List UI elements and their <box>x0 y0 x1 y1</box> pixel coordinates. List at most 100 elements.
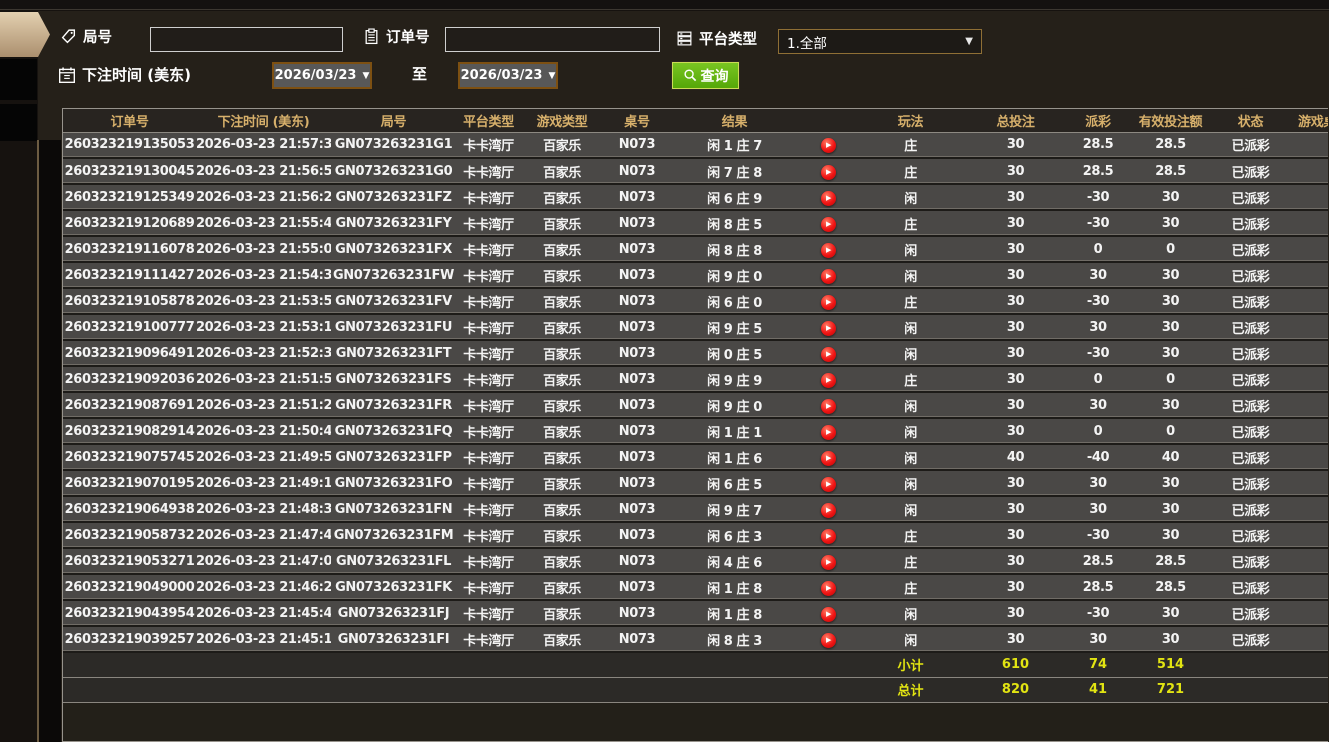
play-replay-icon[interactable]: ▶ <box>820 398 836 414</box>
cell-payout: 0 <box>1068 418 1128 445</box>
play-replay-icon[interactable]: ▶ <box>820 476 836 492</box>
cell-result: 闲 6 庄 5 <box>671 470 798 497</box>
cell-valid-bet: 30 <box>1128 522 1213 549</box>
cell-game: 百家乐 <box>521 132 603 159</box>
cell-valid-bet: 30 <box>1128 626 1213 653</box>
cell-valid-bet: 28.5 <box>1128 548 1213 575</box>
search-button[interactable]: 查询 <box>671 61 740 90</box>
round-number-label-group: 局号 <box>60 26 112 47</box>
play-replay-icon[interactable]: ▶ <box>820 242 836 258</box>
cell-status: 已派彩 <box>1213 600 1288 627</box>
play-replay-icon[interactable]: ▶ <box>820 164 836 180</box>
cell-status: 已派彩 <box>1213 626 1288 653</box>
date-to-picker[interactable]: 2026/03/23 ▼ <box>458 62 558 89</box>
cell-total-bet: 30 <box>963 132 1068 159</box>
sidebar-block-1[interactable] <box>0 59 37 100</box>
cell-extra: - <box>1288 522 1328 549</box>
play-replay-icon[interactable]: ▶ <box>820 450 836 466</box>
subtotal-payout: 74 <box>1068 651 1128 678</box>
cell-bet-type: 庄 <box>858 132 963 159</box>
date-from-value: 2026/03/23 <box>274 68 357 83</box>
cell-bet-type: 闲 <box>858 470 963 497</box>
play-replay-icon[interactable]: ▶ <box>820 528 836 544</box>
round-number-input[interactable] <box>150 27 343 52</box>
cell-time: 2026-03-23 21:53:52 <box>196 288 331 315</box>
order-number-label-group: 订单号 <box>363 26 430 47</box>
cell-time: 2026-03-23 21:57:33 <box>196 132 331 159</box>
cell-payout: 30 <box>1068 626 1128 653</box>
cell-replay: ▶ <box>798 444 858 471</box>
sidebar-block-2[interactable] <box>0 104 37 141</box>
cell-game: 百家乐 <box>521 496 603 523</box>
play-replay-icon[interactable]: ▶ <box>820 294 836 310</box>
platform-type-select[interactable]: 1.全部 ▼ <box>778 29 982 54</box>
cell-result: 闲 0 庄 5 <box>671 340 798 367</box>
column-header-14: 游戏桌 <box>1288 109 1328 133</box>
cell-round: GN073263231FQ <box>331 418 456 445</box>
grand-total-payout: 41 <box>1068 676 1128 703</box>
cell-total-bet: 30 <box>963 496 1068 523</box>
cell-status: 已派彩 <box>1213 522 1288 549</box>
bet-time-label-group: 下注时间 (美东) <box>58 64 191 85</box>
cell-valid-bet: 30 <box>1128 262 1213 289</box>
cell-bet-type: 庄 <box>858 574 963 601</box>
cell-replay: ▶ <box>798 496 858 523</box>
cell-valid-bet: 30 <box>1128 288 1213 315</box>
cell-result: 闲 8 庄 3 <box>671 626 798 653</box>
cell-order: 260323219070195 <box>63 470 196 497</box>
cell-extra: - <box>1288 132 1328 159</box>
play-replay-icon[interactable]: ▶ <box>820 424 836 440</box>
column-header-8 <box>798 109 858 133</box>
cell-bet-type: 闲 <box>858 340 963 367</box>
cell-payout: -30 <box>1068 184 1128 211</box>
cell-extra: - <box>1288 470 1328 497</box>
cell-platform: 卡卡湾厅 <box>456 574 521 601</box>
date-from-picker[interactable]: 2026/03/23 ▼ <box>272 62 372 89</box>
table-header: 订单号 下注时间 (美东) 局号 平台类型 游戏类型 桌号 结果 玩法 总投注 派彩 有效投注额 状态… <box>63 109 1328 133</box>
table-summary: 小计 610 74 514 总计 820 41 721 <box>63 651 1328 703</box>
cell-valid-bet: 28.5 <box>1128 574 1213 601</box>
cell-table-no: N073 <box>603 470 671 497</box>
cell-bet-type: 闲 <box>858 236 963 263</box>
column-header-10: 总投注 <box>963 109 1068 133</box>
play-replay-icon[interactable]: ▶ <box>820 554 836 570</box>
cell-payout: 28.5 <box>1068 574 1128 601</box>
cell-payout: -30 <box>1068 210 1128 237</box>
play-replay-icon[interactable]: ▶ <box>820 606 836 622</box>
cell-order: 260323219053271 <box>63 548 196 575</box>
cell-time: 2026-03-23 21:53:11 <box>196 314 331 341</box>
play-replay-icon[interactable]: ▶ <box>820 580 836 596</box>
column-header-9: 玩法 <box>858 109 963 133</box>
bet-records-table-wrap: 订单号 下注时间 (美东) 局号 平台类型 游戏类型 桌号 结果 玩法 总投注 派彩 有效投注额 状态… <box>62 108 1328 742</box>
table-row: 260323219053271 2026-03-23 21:47:07 GN0732… <box>63 548 1328 575</box>
table-row: 260323219116078 2026-03-23 21:55:07 GN0732… <box>63 236 1328 263</box>
cell-platform: 卡卡湾厅 <box>456 366 521 393</box>
table-row: 260323219070195 2026-03-23 21:49:13 GN0732… <box>63 470 1328 497</box>
play-replay-icon[interactable]: ▶ <box>820 502 836 518</box>
play-replay-icon[interactable]: ▶ <box>820 138 836 154</box>
order-number-input[interactable] <box>445 27 660 52</box>
cell-table-no: N073 <box>603 626 671 653</box>
cell-status: 已派彩 <box>1213 340 1288 367</box>
play-replay-icon[interactable]: ▶ <box>820 346 836 362</box>
play-replay-icon[interactable]: ▶ <box>820 320 836 336</box>
play-replay-icon[interactable]: ▶ <box>820 632 836 648</box>
play-replay-icon[interactable]: ▶ <box>820 216 836 232</box>
chevron-down-icon: ▼ <box>548 70 556 81</box>
cell-payout: -30 <box>1068 600 1128 627</box>
cell-game: 百家乐 <box>521 288 603 315</box>
column-header-1: 订单号 <box>63 109 196 133</box>
cell-result: 闲 1 庄 1 <box>671 418 798 445</box>
cell-payout: 30 <box>1068 392 1128 419</box>
cell-valid-bet: 30 <box>1128 496 1213 523</box>
cell-total-bet: 30 <box>963 210 1068 237</box>
cell-platform: 卡卡湾厅 <box>456 392 521 419</box>
sidebar-strip <box>39 140 61 742</box>
cell-table-no: N073 <box>603 548 671 575</box>
cell-status: 已派彩 <box>1213 496 1288 523</box>
cell-order: 260323219105878 <box>63 288 196 315</box>
play-replay-icon[interactable]: ▶ <box>820 268 836 284</box>
play-replay-icon[interactable]: ▶ <box>820 190 836 206</box>
play-replay-icon[interactable]: ▶ <box>820 372 836 388</box>
cell-round: GN073263231FL <box>331 548 456 575</box>
